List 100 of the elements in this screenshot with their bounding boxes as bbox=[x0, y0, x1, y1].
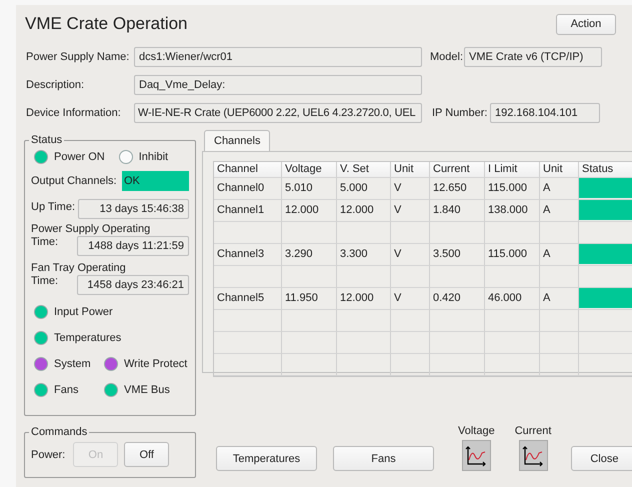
action-button[interactable]: Action bbox=[556, 14, 616, 34]
led-label: Write Protect bbox=[124, 358, 188, 370]
empty-cell bbox=[430, 266, 485, 288]
power-supply-name-field[interactable]: dcs1:Wiener/wcr01 bbox=[134, 47, 422, 67]
empty-cell bbox=[430, 310, 485, 332]
empty-cell bbox=[337, 310, 391, 332]
led-label: Inhibit bbox=[138, 151, 168, 163]
window-title: VME Crate Operation bbox=[25, 14, 188, 34]
table-cell: V bbox=[391, 178, 430, 200]
table-cell: 3.500 bbox=[430, 244, 485, 266]
empty-cell bbox=[282, 222, 337, 244]
table-cell: 5.010 bbox=[282, 178, 337, 200]
empty-cell bbox=[540, 310, 579, 332]
table-cell: 138.000 bbox=[485, 200, 540, 222]
led-label: Power ON bbox=[54, 151, 105, 163]
plot-button[interactable] bbox=[462, 440, 491, 471]
table-cell: V bbox=[391, 288, 430, 310]
description-field[interactable]: Daq_Vme_Delay: bbox=[134, 75, 422, 95]
column-header: Channel bbox=[214, 162, 282, 178]
column-header: Current bbox=[430, 162, 485, 178]
group-title: Commands bbox=[30, 426, 88, 438]
table-cell: 115.000 bbox=[485, 244, 540, 266]
table-cell: Channel1 bbox=[214, 200, 282, 222]
device-information-field[interactable]: W-IE-NE-R Crate (UEP6000 2.22, UEL6 4.23.2720.0, UEL bbox=[134, 103, 422, 123]
table-cell: Channel3 bbox=[214, 244, 282, 266]
empty-cell bbox=[430, 332, 485, 354]
table-cell: 3.290 bbox=[282, 244, 337, 266]
field-label: Time: bbox=[31, 275, 58, 287]
tab[interactable]: Channels bbox=[204, 130, 270, 151]
empty-cell bbox=[540, 332, 579, 354]
table-cell: 12.000 bbox=[282, 200, 337, 222]
led-label: Fans bbox=[54, 384, 78, 396]
field-label: Power Supply Name: bbox=[26, 51, 130, 63]
empty-cell bbox=[485, 332, 540, 354]
field-label: Description: bbox=[26, 79, 86, 91]
column-header: Voltage bbox=[282, 162, 337, 178]
field-label: Device Information: bbox=[26, 107, 122, 119]
table-cell: V bbox=[391, 244, 430, 266]
field-label: Power: bbox=[31, 448, 66, 460]
table-cell: 11.950 bbox=[282, 288, 337, 310]
empty-cell bbox=[391, 332, 430, 354]
empty-cell bbox=[391, 266, 430, 288]
field-label: Fan Tray Operating bbox=[31, 262, 126, 274]
table-cell: 5.000 bbox=[337, 178, 391, 200]
table-cell: Channel5 bbox=[214, 288, 282, 310]
empty-cell bbox=[485, 266, 540, 288]
field-label: Time: bbox=[31, 236, 58, 248]
close-button[interactable]: Close bbox=[571, 446, 632, 471]
table-cell: 1.840 bbox=[430, 200, 485, 222]
field-label: Up Time: bbox=[31, 201, 76, 213]
empty-cell bbox=[540, 266, 579, 288]
column-header: Unit bbox=[540, 162, 579, 178]
output-channels-field: OK bbox=[122, 171, 189, 191]
empty-cell bbox=[391, 222, 430, 244]
table-cell: 115.000 bbox=[485, 178, 540, 200]
table-cell: 3.300 bbox=[337, 244, 391, 266]
field-label: Model: bbox=[430, 51, 464, 63]
up-time-field: 13 days 15:46:38 bbox=[78, 198, 189, 218]
model-field[interactable]: VME Crate v6 (TCP/IP) bbox=[464, 47, 602, 67]
plot-label: Current bbox=[514, 425, 552, 437]
table-cell: 0.420 bbox=[430, 288, 485, 310]
plot-button[interactable] bbox=[518, 440, 548, 471]
plot-label: Voltage bbox=[458, 425, 495, 437]
table-cell: Channel0 bbox=[214, 178, 282, 200]
empty-cell bbox=[540, 222, 579, 244]
field-label: Output Channels: bbox=[31, 175, 117, 187]
dialog-button[interactable]: Temperatures bbox=[216, 446, 317, 471]
empty-cell bbox=[485, 310, 540, 332]
empty-cell bbox=[282, 310, 337, 332]
table-cell: 46.000 bbox=[485, 288, 540, 310]
dialog-button[interactable]: Fans bbox=[333, 446, 434, 471]
power-button[interactable]: Off bbox=[124, 442, 170, 467]
group-title: Status bbox=[30, 134, 64, 146]
line-chart-icon bbox=[465, 444, 488, 466]
table-cell: V bbox=[391, 200, 430, 222]
operating-time-field: 1488 days 11:21:59 bbox=[77, 236, 189, 256]
led-label: VME Bus bbox=[124, 384, 170, 396]
empty-cell bbox=[282, 266, 337, 288]
ip-number-field[interactable]: 192.168.104.101 bbox=[490, 103, 600, 123]
column-header: Status bbox=[579, 162, 632, 178]
table-cell: 12.650 bbox=[430, 178, 485, 200]
empty-cell bbox=[337, 266, 391, 288]
empty-cell bbox=[337, 332, 391, 354]
led-label: Input Power bbox=[54, 306, 113, 318]
column-header: V. Set bbox=[337, 162, 391, 178]
column-header: Unit bbox=[391, 162, 430, 178]
table-cell: 12.000 bbox=[337, 288, 391, 310]
operating-time-field: 1458 days 23:46:21 bbox=[77, 275, 189, 295]
empty-cell bbox=[282, 332, 337, 354]
field-label: Power Supply Operating bbox=[31, 223, 150, 235]
column-header: I Limit bbox=[485, 162, 540, 178]
line-chart-icon bbox=[522, 444, 544, 466]
table-cell: 12.000 bbox=[337, 200, 391, 222]
empty-cell bbox=[485, 222, 540, 244]
empty-cell bbox=[337, 222, 391, 244]
led-label: System bbox=[54, 358, 91, 370]
empty-cell bbox=[430, 222, 485, 244]
field-label: IP Number: bbox=[432, 107, 488, 119]
empty-cell bbox=[391, 310, 430, 332]
led-label: Temperatures bbox=[54, 332, 122, 344]
